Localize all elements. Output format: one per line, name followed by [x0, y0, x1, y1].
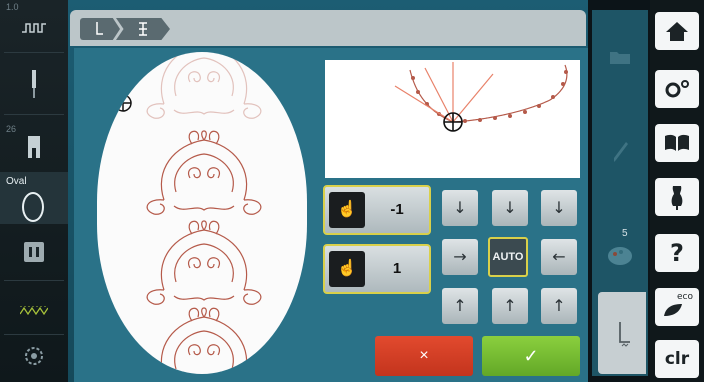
embroidery-design [114, 52, 286, 374]
presser-foot-icon [28, 136, 40, 158]
divider [4, 114, 64, 115]
consultant-button[interactable] [655, 178, 699, 216]
needle-slot[interactable] [0, 56, 68, 112]
home-button[interactable] [655, 12, 699, 50]
stitch-plate-slot[interactable] [0, 226, 68, 278]
dress-form-icon [671, 186, 683, 210]
position-value-button-top[interactable]: ☝ -1 [323, 185, 431, 235]
cancel-button[interactable]: × [375, 336, 473, 376]
hand-touch-icon: ☝ [329, 192, 365, 228]
needle-position-slot[interactable]: 1.0 [0, 0, 68, 48]
confirm-button[interactable]: ✓ [482, 336, 580, 376]
divider [4, 280, 64, 281]
hand-touch-icon: ☝ [329, 251, 365, 287]
divider [4, 334, 64, 335]
arrow-up-left-button[interactable]: ↑ [442, 288, 478, 324]
stitch-zoom-preview [325, 60, 580, 178]
needle-position-icon [22, 23, 46, 33]
arrow-down-left-button[interactable]: ↓ [442, 190, 478, 226]
stitch-plate-icon [24, 242, 44, 262]
presser-foot-slot[interactable]: 26 [0, 118, 68, 170]
color-palette-icon[interactable] [606, 240, 634, 268]
home-icon [666, 22, 688, 41]
setup-gears-icon [665, 80, 689, 98]
bobbin-icon [25, 347, 43, 365]
arrow-down-right-button[interactable]: ↓ [541, 190, 577, 226]
bobbin-slot[interactable] [0, 338, 68, 382]
hoop-preview[interactable] [97, 52, 307, 374]
needle-stitch-icon [619, 322, 630, 347]
needle-stitch-icon [96, 22, 103, 35]
divider [4, 52, 64, 53]
arrow-left-button[interactable]: ← [541, 239, 577, 275]
arrow-down-button[interactable]: ↓ [492, 190, 528, 226]
auto-center-button[interactable]: AUTO [488, 237, 528, 277]
help-button[interactable]: ? [655, 234, 699, 272]
tutorial-button[interactable] [655, 124, 699, 162]
eco-button[interactable]: eco [655, 288, 699, 326]
setup-button[interactable] [655, 70, 699, 108]
hoop-name-label: Oval [6, 176, 27, 187]
breadcrumb-step-stitch[interactable] [80, 18, 120, 40]
arrow-up-right-button[interactable]: ↑ [541, 288, 577, 324]
color-count-badge: 5 [622, 228, 628, 239]
tutorial-book-icon [665, 134, 689, 151]
position-value-button-bottom[interactable]: ☝ 1 [323, 244, 431, 294]
pen-icon[interactable] [612, 140, 630, 164]
hoop-icon [139, 22, 147, 36]
arrow-right-button[interactable]: → [442, 239, 478, 275]
feed-dog-slot[interactable] [0, 284, 68, 332]
zigzag-icon [20, 306, 48, 316]
clear-button[interactable]: clr [655, 340, 699, 378]
breadcrumb-step-hoop[interactable] [116, 18, 170, 40]
arrow-up-button[interactable]: ↑ [492, 288, 528, 324]
oval-hoop-icon [22, 192, 44, 222]
folder-icon[interactable] [610, 50, 630, 64]
stitch-sequence-tab[interactable] [598, 292, 646, 374]
needle-icon [32, 70, 36, 98]
